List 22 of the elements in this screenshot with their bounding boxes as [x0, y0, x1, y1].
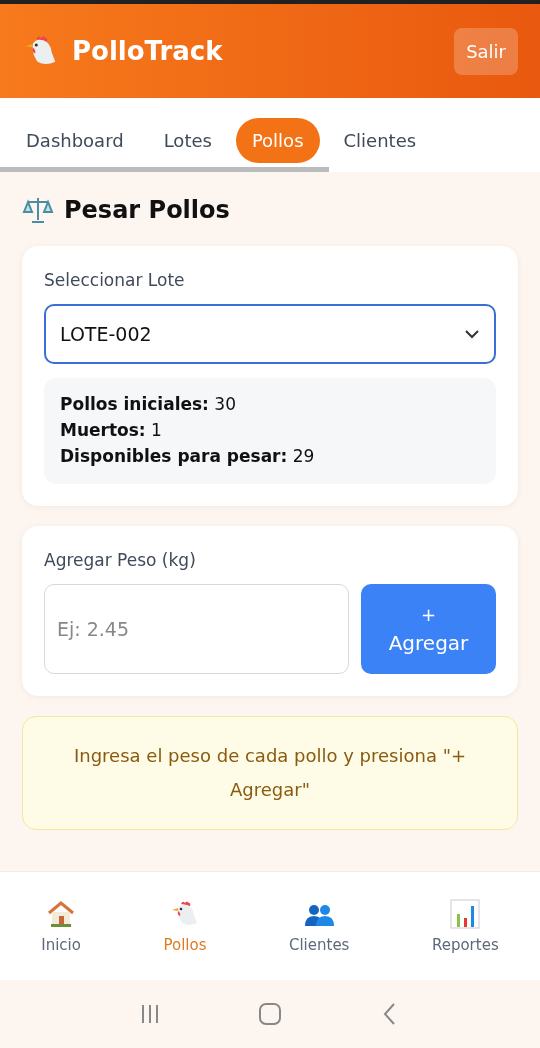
nav-tab[interactable]: Lotes — [147, 118, 228, 163]
home-icon[interactable] — [258, 1002, 282, 1026]
bottom-nav-item[interactable]: Reportes — [425, 897, 505, 955]
hint-message: Ingresa el peso de cada pollo y presiona "+ Agregar" — [22, 716, 518, 830]
add-button[interactable]: + Agregar — [361, 584, 496, 674]
app-title: PolloTrack — [72, 36, 224, 66]
bar-chart-icon — [449, 898, 482, 930]
field-label: Agregar Peso (kg) — [44, 550, 197, 570]
info-line: Disponibles para pesar: 29 — [60, 446, 316, 466]
nav-tab[interactable]: Pollos — [235, 118, 320, 163]
weight-input[interactable]: Ej: 2.45 — [44, 584, 349, 674]
nav-tab[interactable]: Clientes — [327, 118, 433, 163]
chevron-icon — [464, 329, 480, 339]
lote-select[interactable]: LOTE-002 — [44, 304, 496, 364]
bottom-nav-item[interactable]: Pollos — [157, 897, 213, 955]
nav-tab[interactable]: Dashboard — [10, 118, 140, 163]
page-title: Pesar Pollos — [64, 196, 230, 224]
field-label: Seleccionar Lote — [44, 270, 186, 290]
bottom-nav-item[interactable]: Inicio — [35, 897, 87, 955]
info-line: Muertos: 1 — [60, 420, 163, 440]
bottom-nav-item[interactable]: Clientes — [282, 897, 356, 955]
info-line: Pollos iniciales: 30 — [60, 394, 237, 414]
